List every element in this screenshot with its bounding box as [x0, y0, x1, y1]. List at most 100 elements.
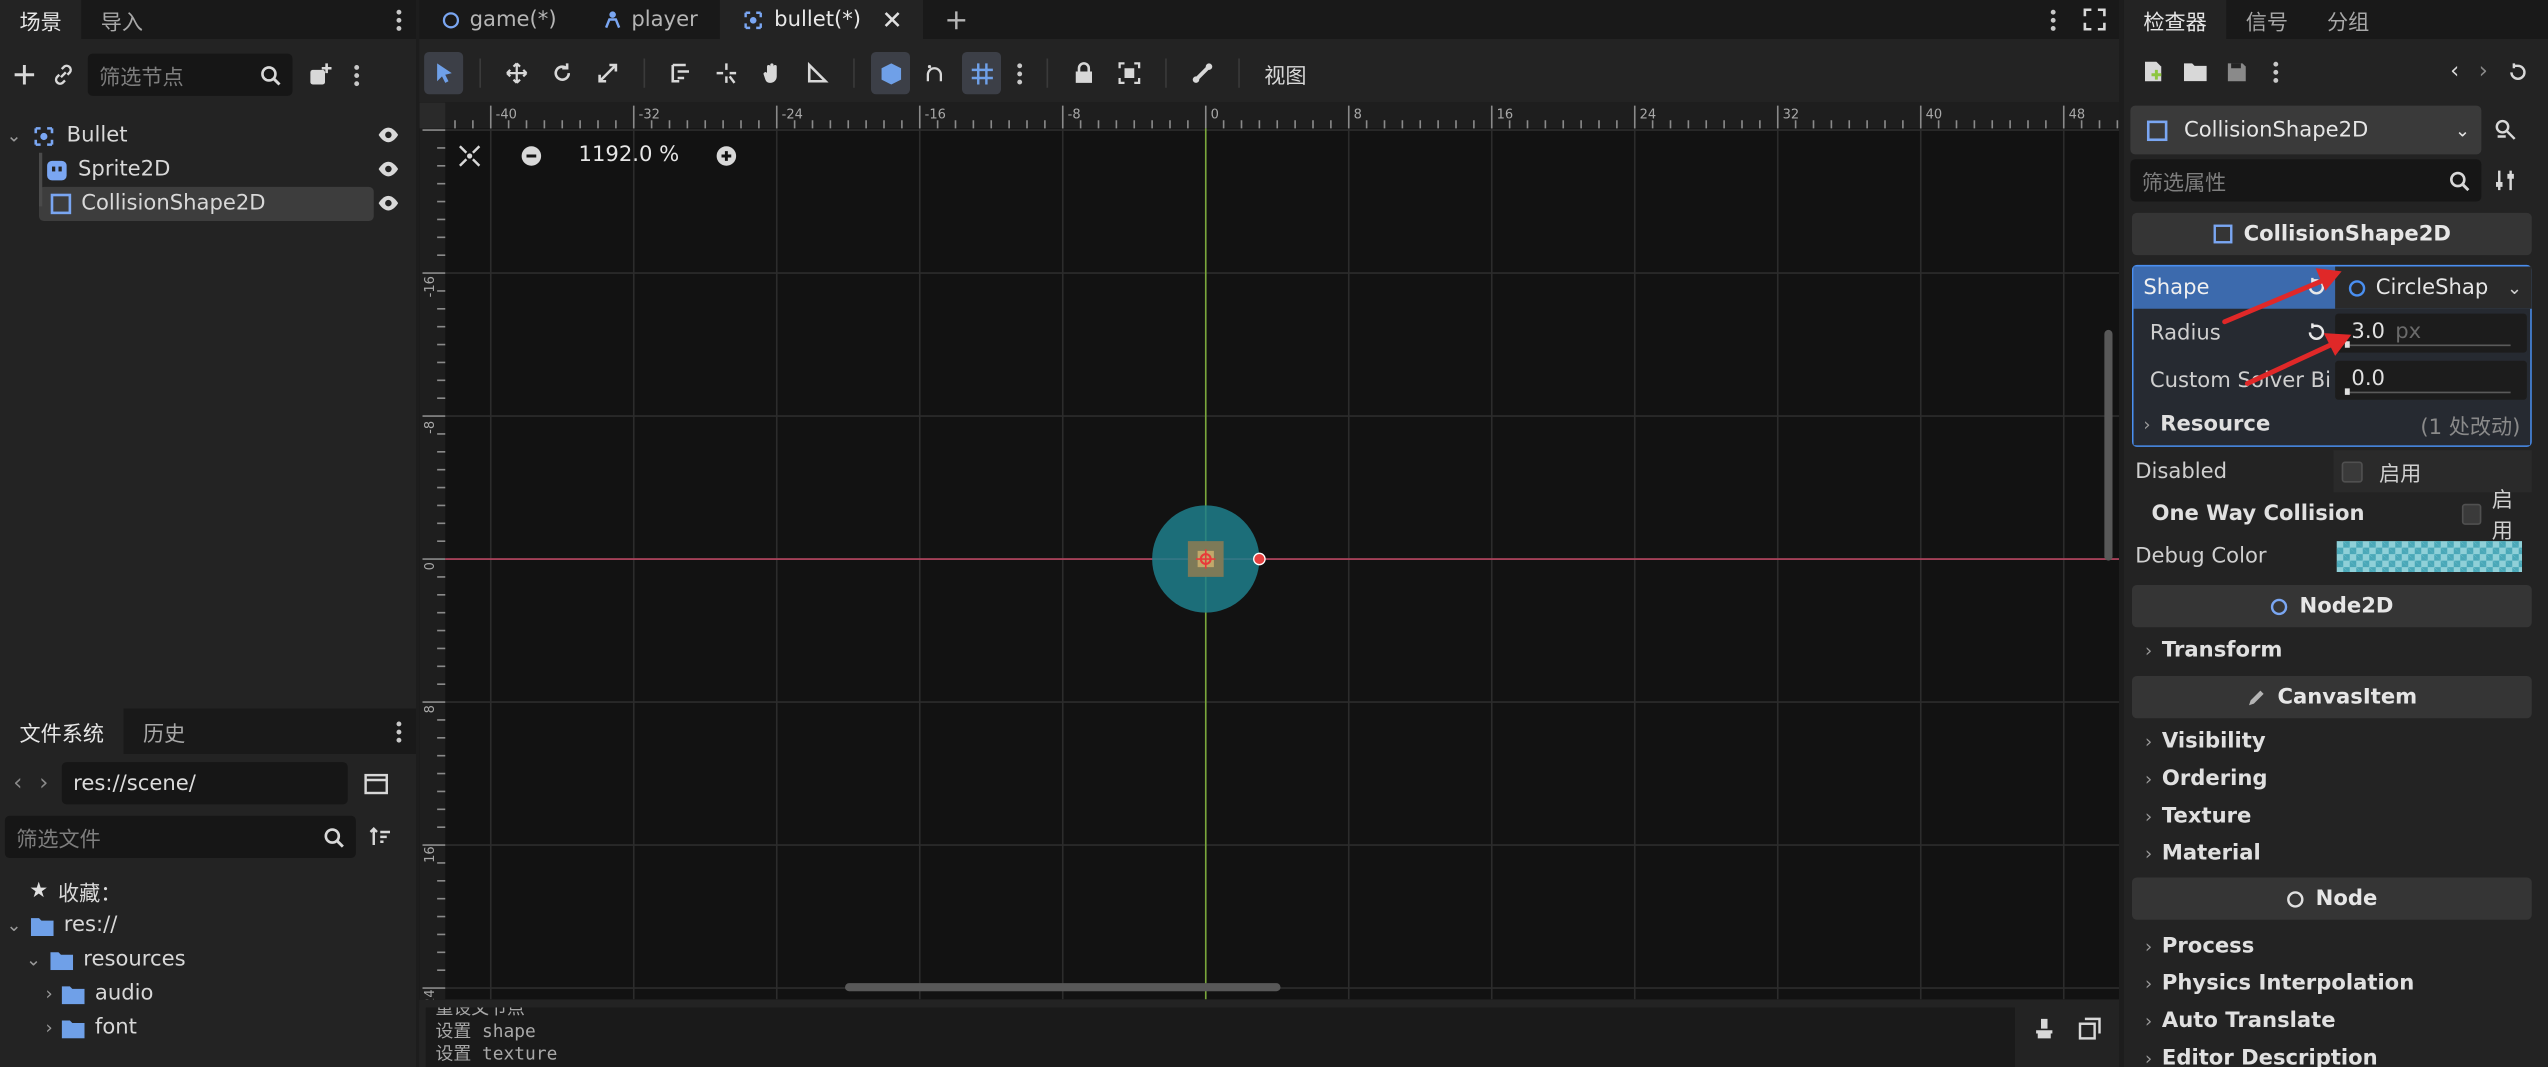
forward-arrow-icon[interactable]: › [36, 770, 52, 796]
file-row-resources[interactable]: ⌄ resources [0, 943, 416, 977]
history-icon[interactable] [2507, 61, 2528, 82]
tab-signals[interactable]: 信号 [2226, 0, 2307, 39]
viewport[interactable]: -40 -32 -24 -16 -8 0 8 16 24 32 40 48 -16 -8 0 8 16 24 [419, 102, 2119, 1000]
radius-spinbox[interactable]: 3.0 px [2335, 313, 2527, 353]
snap-options-button[interactable] [917, 52, 956, 94]
custom-solver-spinbox[interactable]: 0.0 [2335, 360, 2527, 400]
ruler-mode-button[interactable] [798, 52, 837, 94]
radius-slider-grabber[interactable] [2344, 341, 2350, 348]
group-process[interactable]: › Process [2132, 928, 2532, 965]
filter-settings-icon[interactable] [2494, 169, 2517, 192]
collision-circle[interactable] [1152, 505, 1266, 613]
expand-arrow-icon[interactable]: › [46, 983, 53, 1004]
inspector-menu-icon[interactable] [2267, 55, 2283, 88]
scene-tabs-menu-icon[interactable] [2044, 0, 2060, 39]
group-physics-interpolation[interactable]: › Physics Interpolation [2132, 965, 2532, 1002]
view-menu-button[interactable]: 视图 [1256, 52, 1315, 94]
group-material[interactable]: › Material [2132, 835, 2532, 872]
collapse-arrow-icon[interactable]: ⌄ [7, 125, 30, 146]
move-mode-button[interactable] [497, 52, 536, 94]
custom-solver-slider-track[interactable] [2344, 391, 2511, 394]
dock-menu-icon[interactable] [390, 709, 406, 755]
back-arrow-icon[interactable]: ‹ [10, 770, 26, 796]
link-icon[interactable] [49, 63, 78, 86]
revert-icon[interactable] [2306, 322, 2327, 343]
tree-row-bullet[interactable]: ⌄ Bullet [0, 119, 416, 153]
copy-output-icon[interactable] [2078, 1017, 2101, 1040]
group-visibility[interactable]: › Visibility [2132, 723, 2532, 760]
save-icon[interactable] [2226, 61, 2247, 82]
grid-snap-button[interactable] [962, 52, 1001, 95]
file-filter-input[interactable]: 筛选文件 [4, 815, 356, 858]
zoom-level[interactable]: 1192.0 % [579, 143, 680, 167]
scale-mode-button[interactable] [588, 52, 627, 94]
add-tab-button[interactable] [923, 0, 990, 39]
resource-group-row[interactable]: › Resource (1 处改动) [2140, 403, 2530, 445]
skeleton-button[interactable] [1183, 52, 1222, 94]
object-properties-icon[interactable] [2494, 119, 2517, 142]
radius-slider-track[interactable] [2344, 344, 2511, 347]
visibility-eye-icon[interactable] [377, 193, 400, 213]
group-transform[interactable]: › Transform [2132, 632, 2532, 669]
viewport-canvas[interactable]: -40 -32 -24 -16 -8 0 8 16 24 32 40 48 -16 -8 0 8 16 24 [419, 102, 2119, 1000]
tab-filesystem[interactable]: 文件系统 [0, 708, 124, 754]
tab-inspector[interactable]: 检查器 [2123, 0, 2227, 39]
new-resource-icon[interactable] [2143, 60, 2164, 83]
output-log[interactable]: 重设父节点 设置 shape 设置 texture [425, 1007, 2015, 1067]
group-texture[interactable]: › Texture [2132, 798, 2532, 835]
dock-menu-icon[interactable] [390, 0, 406, 39]
tab-groups[interactable]: 分组 [2308, 0, 2389, 39]
rotate-mode-button[interactable] [543, 52, 582, 94]
group-ordering[interactable]: › Ordering [2132, 761, 2532, 798]
visibility-eye-icon[interactable] [377, 125, 400, 145]
center-view-icon[interactable] [458, 144, 481, 167]
history-back-icon[interactable]: ‹ [2450, 59, 2459, 85]
tab-import[interactable]: 导入 [81, 0, 162, 39]
zoom-out-icon[interactable] [520, 144, 543, 167]
history-forward-icon[interactable]: › [2479, 59, 2488, 85]
add-node-icon[interactable] [10, 63, 39, 86]
tab-bullet[interactable]: bullet(*) [720, 0, 923, 39]
path-input[interactable]: res://scene/ [61, 762, 348, 805]
snap-menu-icon[interactable] [1008, 52, 1031, 94]
tree-row-sprite2d[interactable]: Sprite2D [0, 153, 416, 187]
open-folder-icon[interactable] [2184, 62, 2207, 82]
file-row-res[interactable]: ⌄ res:// [0, 908, 416, 942]
shape-resource-picker[interactable]: CircleShap ⌄ [2335, 266, 2532, 309]
instance-scene-icon[interactable] [302, 62, 338, 88]
collapse-arrow-icon[interactable]: ⌄ [26, 949, 41, 970]
custom-solver-slider-grabber[interactable] [2344, 388, 2350, 395]
smart-snap-button[interactable] [871, 52, 910, 95]
tab-player[interactable]: player [579, 0, 720, 39]
collapse-arrow-icon[interactable]: ⌄ [7, 915, 22, 936]
sort-icon[interactable] [369, 826, 392, 849]
file-row-font[interactable]: › font [0, 1011, 416, 1045]
panel-toggle-icon[interactable] [358, 773, 394, 794]
revert-icon[interactable] [2306, 276, 2327, 297]
tree-row-collisionshape2d[interactable]: CollisionShape2D [39, 186, 374, 221]
one-way-checkbox[interactable]: 启用 [2461, 489, 2532, 544]
favorites-row[interactable]: ★ 收藏： [0, 874, 416, 908]
scene-menu-icon[interactable] [348, 54, 364, 96]
pivot-mode-button[interactable] [707, 52, 746, 94]
shape-property-row[interactable]: Shape CircleShap ⌄ [2133, 266, 2532, 309]
clear-output-icon[interactable] [2033, 1017, 2056, 1040]
select-mode-button[interactable] [424, 52, 464, 95]
file-row-audio[interactable]: › audio [0, 977, 416, 1011]
property-filter-input[interactable]: 筛选属性 [2130, 159, 2482, 202]
distraction-free-icon[interactable] [2083, 8, 2106, 31]
visibility-eye-icon[interactable] [377, 159, 400, 179]
debug-color-swatch[interactable] [2336, 541, 2522, 572]
node-filter-input[interactable]: 筛选节点 [87, 53, 293, 96]
list-select-button[interactable] [661, 52, 700, 94]
tab-history[interactable]: 历史 [124, 709, 205, 755]
close-icon[interactable] [884, 11, 900, 27]
expand-arrow-icon[interactable]: › [46, 1017, 53, 1038]
pan-mode-button[interactable] [752, 52, 791, 94]
group-auto-translate[interactable]: › Auto Translate [2132, 1003, 2532, 1040]
zoom-in-icon[interactable] [715, 144, 738, 167]
tab-scene[interactable]: 场景 [0, 0, 82, 39]
node-path-dropdown[interactable]: CollisionShape2D ⌄ [2130, 105, 2482, 155]
group-editor-description[interactable]: › Editor Description [2132, 1040, 2532, 1067]
tab-game[interactable]: game(*) [419, 0, 579, 39]
